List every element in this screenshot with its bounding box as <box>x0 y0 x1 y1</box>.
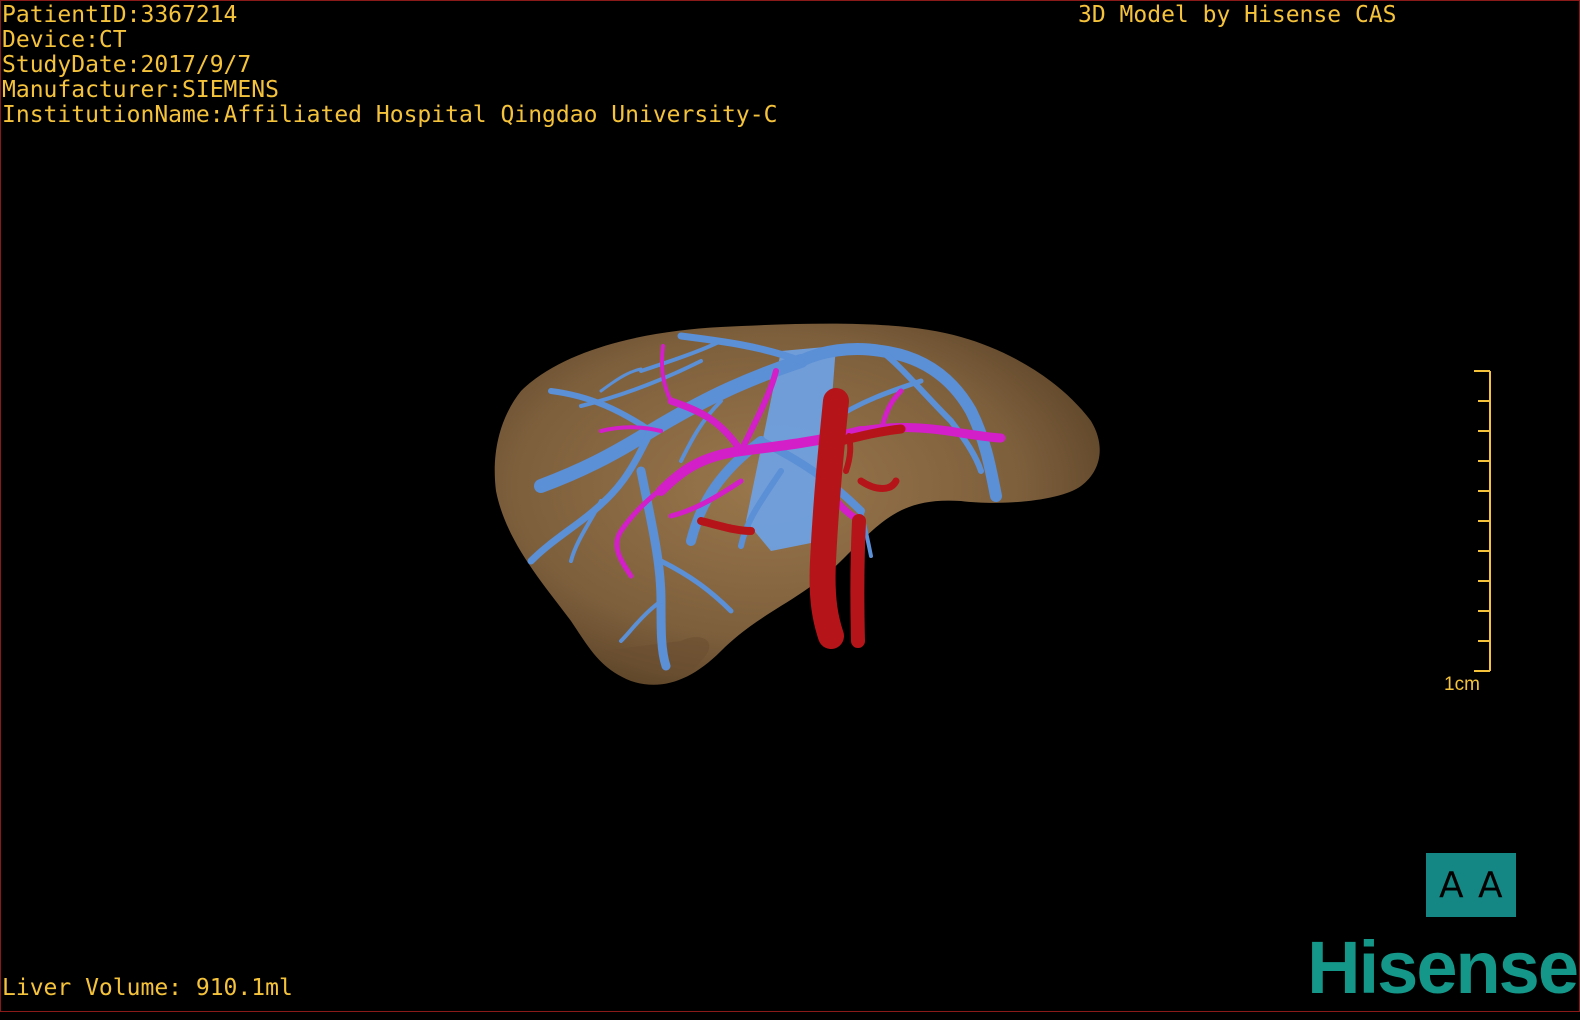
orientation-glyph-mirrored: A <box>1439 864 1464 906</box>
orientation-cube[interactable]: A A <box>1426 853 1516 917</box>
patient-id-text: PatientID:3367214 <box>2 2 238 28</box>
study-date-text: StudyDate:2017/9/7 <box>2 52 252 78</box>
institution-text: InstitutionName:Affiliated Hospital Qing… <box>2 102 778 128</box>
device-text: Device:CT <box>2 27 127 53</box>
scale-bar-label: 1cm <box>1444 674 1480 695</box>
liver-volume-readout: Liver Volume: 910.1ml <box>2 975 293 1001</box>
manufacturer-text: Manufacturer:SIEMENS <box>2 77 279 103</box>
3d-viewport[interactable]: PatientID:3367214 Device:CT StudyDate:2017… <box>0 0 1580 1012</box>
patient-info-overlay: PatientID:3367214 Device:CT StudyDate:2017… <box>2 3 777 128</box>
model-watermark: 3D Model by Hisense CAS <box>1078 2 1397 28</box>
hisense-logo: Hisense <box>1307 926 1579 1009</box>
scale-bar <box>1474 370 1491 672</box>
orientation-glyph: A <box>1478 864 1503 906</box>
liver-3d-model[interactable] <box>1 1 1579 1011</box>
